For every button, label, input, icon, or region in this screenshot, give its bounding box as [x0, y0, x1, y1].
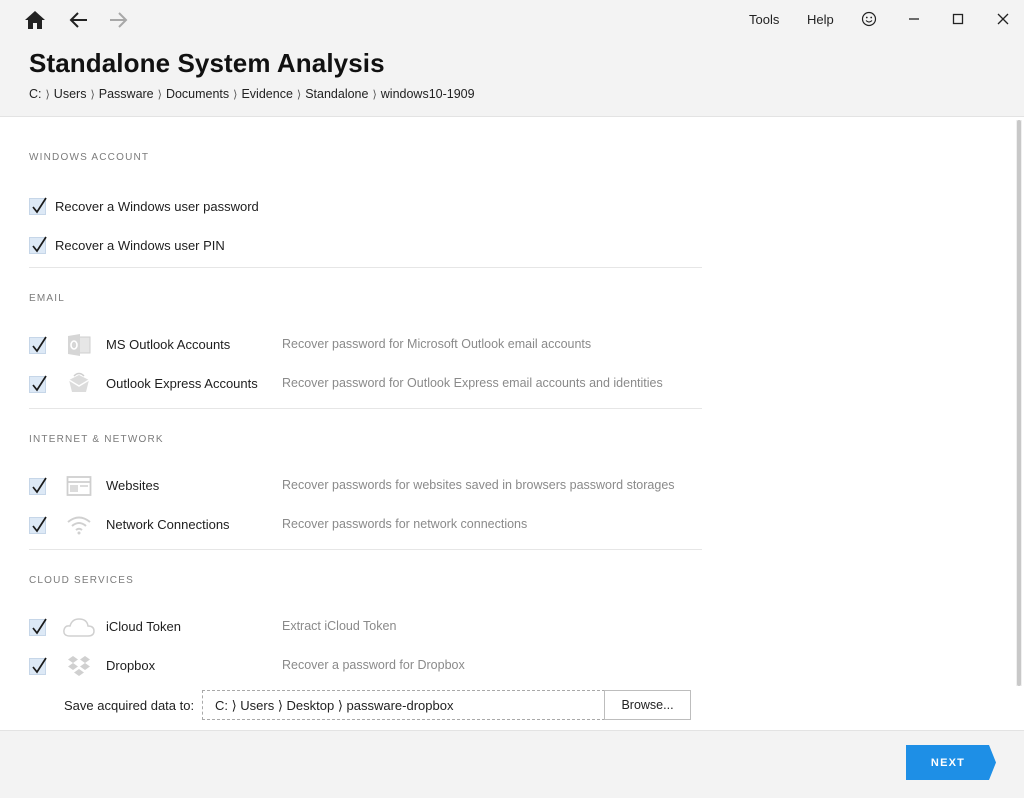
- page-title: Standalone System Analysis: [29, 48, 385, 78]
- checkbox[interactable]: [29, 336, 47, 354]
- checkbox[interactable]: [29, 236, 47, 254]
- minimize-icon[interactable]: [902, 8, 926, 30]
- breadcrumb-separator: ⟩: [296, 88, 302, 101]
- breadcrumb-item[interactable]: Passware: [99, 87, 154, 101]
- option-name: MS Outlook Accounts: [106, 337, 231, 352]
- option-ms-outlook[interactable]: MS Outlook Accounts Recover password for…: [29, 333, 709, 357]
- breadcrumb-separator: ⟩: [233, 88, 238, 101]
- option-websites[interactable]: Websites Recover passwords for websites …: [29, 474, 709, 498]
- breadcrumb-item[interactable]: Users: [54, 87, 87, 101]
- option-description: Recover passwords for websites saved in …: [282, 478, 675, 492]
- tools-menu[interactable]: Tools: [749, 12, 779, 27]
- checkbox[interactable]: [29, 618, 47, 636]
- cloud-icon: [62, 615, 96, 639]
- option-windows-password[interactable]: Recover a Windows user password: [29, 194, 259, 218]
- option-name: Network Connections: [106, 517, 230, 532]
- section-title-internet: INTERNET & NETWORK: [29, 434, 164, 445]
- outlook-express-icon: [65, 372, 93, 396]
- breadcrumb-item[interactable]: windows10-1909: [381, 87, 475, 101]
- checkbox[interactable]: [29, 657, 47, 675]
- smiley-icon[interactable]: [857, 8, 881, 30]
- breadcrumb-item[interactable]: Standalone: [305, 87, 368, 101]
- checkbox[interactable]: [29, 477, 47, 495]
- breadcrumb-separator: ⟩: [45, 88, 50, 101]
- close-icon[interactable]: [991, 8, 1015, 30]
- option-name: Websites: [106, 478, 160, 493]
- next-button-label: NEXT: [930, 756, 966, 769]
- option-name: Outlook Express Accounts: [106, 376, 258, 391]
- option-description: Recover password for Microsoft Outlook e…: [282, 337, 592, 351]
- dropbox-icon: [65, 654, 93, 678]
- save-location-label: Save acquired data to:: [64, 698, 195, 713]
- breadcrumb-separator: ⟩: [157, 88, 162, 101]
- outlook-icon: [65, 333, 93, 357]
- footer: NEXT: [0, 730, 1024, 798]
- breadcrumb-separator: ⟩: [90, 88, 95, 101]
- options-panel: WINDOWS ACCOUNT Recover a Windows user p…: [0, 118, 1024, 730]
- arrow-right-icon[interactable]: [106, 8, 130, 32]
- breadcrumb-item[interactable]: Documents: [166, 87, 229, 101]
- wifi-icon: [65, 513, 93, 537]
- option-label: Recover a Windows user password: [55, 198, 259, 214]
- option-network-connections[interactable]: Network Connections Recover passwords fo…: [29, 513, 709, 537]
- section-title-windows: WINDOWS ACCOUNT: [29, 152, 150, 163]
- option-description: Recover password for Outlook Express ema…: [282, 376, 663, 390]
- divider: [29, 267, 702, 268]
- option-outlook-express[interactable]: Outlook Express Accounts Recover passwor…: [29, 372, 709, 396]
- scrollbar-thumb[interactable]: [1017, 120, 1021, 686]
- option-icloud-token[interactable]: iCloud Token Extract iCloud Token: [29, 615, 709, 639]
- breadcrumb-item[interactable]: Evidence: [241, 87, 292, 101]
- browser-window-icon: [65, 474, 93, 498]
- arrow-left-icon[interactable]: [67, 8, 91, 32]
- section-title-email: EMAIL: [29, 293, 66, 304]
- section-title-cloud: CLOUD SERVICES: [29, 575, 134, 586]
- breadcrumb-item[interactable]: C:: [29, 87, 42, 101]
- next-button[interactable]: NEXT: [906, 745, 996, 780]
- header: Tools Help Standalone System Analysis C:…: [0, 0, 1024, 117]
- option-windows-pin[interactable]: Recover a Windows user PIN: [29, 233, 225, 257]
- divider: [29, 408, 702, 409]
- checkbox[interactable]: [29, 516, 47, 534]
- option-description: Recover a password for Dropbox: [282, 658, 465, 672]
- save-path-field[interactable]: C: ⟩ Users ⟩ Desktop ⟩ passware-dropbox: [202, 690, 605, 720]
- breadcrumb: C: ⟩ Users ⟩ Passware ⟩ Documents ⟩ Evidence…: [29, 87, 475, 101]
- maximize-icon[interactable]: [946, 8, 970, 30]
- checkbox[interactable]: [29, 375, 47, 393]
- home-icon[interactable]: [23, 8, 47, 32]
- option-name: iCloud Token: [106, 619, 181, 634]
- option-label: Recover a Windows user PIN: [55, 237, 225, 253]
- checkbox[interactable]: [29, 197, 47, 215]
- option-description: Recover passwords for network connection…: [282, 517, 528, 531]
- help-menu[interactable]: Help: [807, 12, 834, 27]
- divider: [29, 549, 702, 550]
- browse-button[interactable]: Browse...: [604, 690, 691, 720]
- option-description: Extract iCloud Token: [282, 619, 397, 633]
- option-dropbox[interactable]: Dropbox Recover a password for Dropbox: [29, 654, 709, 678]
- breadcrumb-separator: ⟩: [372, 88, 377, 101]
- option-name: Dropbox: [106, 658, 156, 673]
